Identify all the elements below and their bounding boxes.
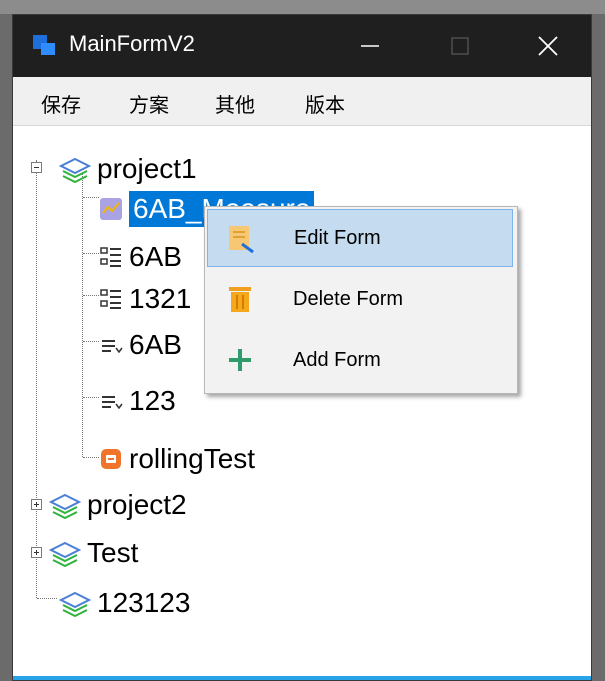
title-bar[interactable]: MainFormV2 (13, 15, 591, 77)
minimize-icon (361, 45, 379, 47)
tree-connector (83, 397, 99, 398)
layers-icon (49, 493, 81, 519)
tree-connector (83, 295, 99, 296)
expand-toggle[interactable] (31, 499, 42, 510)
menu-bar: 保存 方案 其他 版本 (13, 77, 591, 126)
form-list-icon (100, 289, 121, 309)
close-button[interactable] (503, 15, 593, 77)
context-menu: Edit Form Delete Form Add Form (204, 206, 518, 394)
tree-node-project2[interactable]: project2 (49, 485, 187, 525)
tree-node-123-item[interactable]: 123 (99, 381, 176, 421)
collapse-toggle[interactable] (31, 162, 42, 173)
window-title: MainFormV2 (69, 31, 195, 56)
tree-node-rollingtest[interactable]: rollingTest (99, 439, 255, 479)
menu-item-version[interactable]: 版本 (305, 89, 345, 118)
measure-chart-icon (100, 198, 122, 220)
app-icon (33, 35, 55, 55)
menu-item-save[interactable]: 保存 (41, 89, 81, 118)
form-list-icon (100, 247, 121, 267)
maximize-button[interactable] (415, 15, 505, 77)
tree-connector (83, 197, 99, 198)
desktop-background (0, 0, 605, 14)
tree-connector (83, 341, 99, 342)
layers-icon (59, 591, 91, 617)
trash-icon (229, 287, 251, 312)
tree-connector (37, 598, 57, 599)
tree-connector (82, 173, 83, 457)
text-list-icon (102, 396, 123, 410)
layers-icon (59, 157, 91, 183)
tree-node-1321-form[interactable]: 1321 (99, 279, 191, 319)
tree-node-123123[interactable]: 123123 (59, 583, 190, 623)
tree-connector (83, 253, 99, 254)
tree-connector (83, 457, 99, 458)
expand-toggle[interactable] (31, 547, 42, 558)
tree-connector (36, 160, 37, 598)
tree-node-6ab-form[interactable]: 6AB (99, 237, 182, 277)
delete-form-menu-item[interactable]: Delete Form (207, 270, 513, 328)
add-form-menu-item[interactable]: Add Form (207, 331, 513, 389)
tree-node-6ab-item[interactable]: 6AB (99, 325, 182, 365)
rolling-test-icon (101, 449, 121, 469)
edit-form-icon (229, 226, 254, 254)
edit-form-menu-item[interactable]: Edit Form (207, 209, 513, 267)
minimize-button[interactable] (325, 15, 415, 77)
bottom-accent-line (13, 676, 591, 680)
plus-icon (229, 349, 251, 371)
layers-icon (49, 541, 81, 567)
tree-node-test[interactable]: Test (49, 533, 138, 573)
text-list-icon (102, 340, 123, 354)
tree-node-project1[interactable]: project1 (59, 149, 197, 189)
maximize-icon (451, 37, 469, 55)
close-icon (538, 36, 558, 56)
menu-item-other[interactable]: 其他 (215, 89, 255, 118)
menu-item-scheme[interactable]: 方案 (129, 89, 169, 118)
